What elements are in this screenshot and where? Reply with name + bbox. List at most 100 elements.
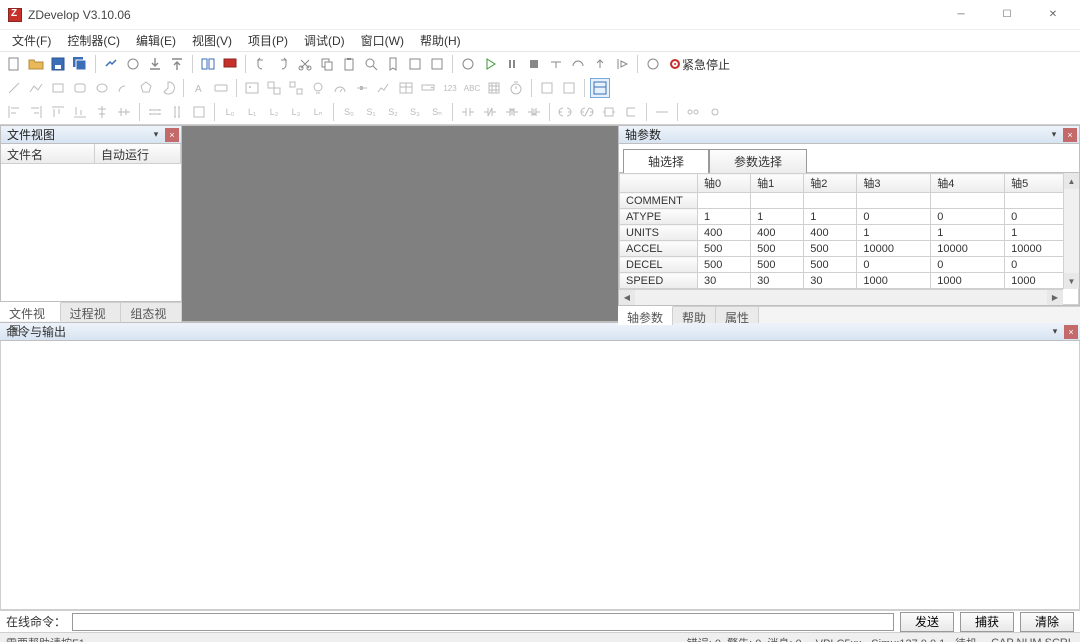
table-tool-icon[interactable] xyxy=(396,78,416,98)
ladder-Ln-icon[interactable]: Lₙ xyxy=(308,102,328,122)
bookmark-next-icon[interactable] xyxy=(405,54,425,74)
compare-icon[interactable] xyxy=(198,54,218,74)
tab-hmi-view[interactable]: 组态视图 xyxy=(121,303,182,322)
ellipse-tool-icon[interactable] xyxy=(92,78,112,98)
mdi-workspace[interactable] xyxy=(182,125,618,322)
bookmark-icon[interactable] xyxy=(383,54,403,74)
download-icon[interactable] xyxy=(145,54,165,74)
align-center-h-icon[interactable] xyxy=(92,102,112,122)
disconnect-icon[interactable] xyxy=(123,54,143,74)
axis-cell[interactable]: 30 xyxy=(698,273,751,289)
axis-cell[interactable]: 1 xyxy=(804,209,857,225)
contact-p-icon[interactable] xyxy=(502,102,522,122)
ungroup-tool-icon[interactable] xyxy=(286,78,306,98)
breakpoint-icon[interactable] xyxy=(458,54,478,74)
number-tool-icon[interactable]: 123 xyxy=(440,78,460,98)
layout-tool-icon[interactable] xyxy=(590,78,610,98)
scroll-down-icon[interactable]: ▼ xyxy=(1064,273,1079,289)
tab-file-view[interactable]: 文件视图 xyxy=(0,302,61,321)
command-input[interactable] xyxy=(72,613,894,631)
emergency-stop-button[interactable]: 紧急停止 xyxy=(665,54,735,74)
cut-icon[interactable] xyxy=(295,54,315,74)
axis-cell[interactable]: 30 xyxy=(751,273,804,289)
clear-button[interactable]: 清除 xyxy=(1020,612,1074,632)
tab-axis-params[interactable]: 轴参数 xyxy=(618,306,673,325)
image-tool-icon[interactable] xyxy=(242,78,262,98)
axis-cell[interactable]: 10000 xyxy=(857,241,931,257)
axis-cell[interactable]: 1 xyxy=(931,225,1005,241)
axis-cell[interactable] xyxy=(751,193,804,209)
monitor-icon[interactable] xyxy=(220,54,240,74)
panel-close-icon[interactable]: × xyxy=(1064,325,1078,339)
axis-col-header[interactable]: 轴1 xyxy=(751,174,804,193)
slider-tool-icon[interactable] xyxy=(352,78,372,98)
axis-select-tab[interactable]: 轴选择 xyxy=(623,149,709,173)
axis-cell[interactable]: 1 xyxy=(857,225,931,241)
open-folder-icon[interactable] xyxy=(26,54,46,74)
ladder-Sn-icon[interactable]: Sₙ xyxy=(427,102,447,122)
coil-neg-icon[interactable] xyxy=(577,102,597,122)
ladder-L1-icon[interactable]: L₁ xyxy=(242,102,262,122)
tab-process-view[interactable]: 过程视图 xyxy=(61,303,122,322)
run-icon[interactable] xyxy=(480,54,500,74)
ladder-L0-icon[interactable]: L₀ xyxy=(220,102,240,122)
panel-close-icon[interactable]: × xyxy=(165,128,179,142)
pin-icon[interactable]: ▾ xyxy=(149,128,163,142)
paste-icon[interactable] xyxy=(339,54,359,74)
pie-tool-icon[interactable] xyxy=(158,78,178,98)
table-row[interactable]: ATYPE111000 xyxy=(620,209,1079,225)
contact-no-icon[interactable] xyxy=(458,102,478,122)
copy-icon[interactable] xyxy=(317,54,337,74)
axis-cell[interactable]: 500 xyxy=(751,241,804,257)
roundrect-tool-icon[interactable] xyxy=(70,78,90,98)
lamp-tool-icon[interactable] xyxy=(308,78,328,98)
menu-project[interactable]: 项目(P) xyxy=(240,30,296,51)
func-block-icon[interactable] xyxy=(599,102,619,122)
comment-icon[interactable] xyxy=(683,102,703,122)
run-to-icon[interactable] xyxy=(612,54,632,74)
misc-tool-1-icon[interactable] xyxy=(537,78,557,98)
rect-tool-icon[interactable] xyxy=(48,78,68,98)
undo-icon[interactable] xyxy=(251,54,271,74)
capture-button[interactable]: 捕获 xyxy=(960,612,1014,632)
axis-cell[interactable]: 0 xyxy=(857,257,931,273)
same-width-icon[interactable] xyxy=(145,102,165,122)
vertical-scrollbar[interactable]: ▲ ▼ xyxy=(1063,173,1079,289)
axis-cell[interactable]: 1 xyxy=(751,209,804,225)
label-icon[interactable] xyxy=(705,102,725,122)
axis-row-header[interactable]: UNITS xyxy=(620,225,698,241)
table-row[interactable]: COMMENT xyxy=(620,193,1079,209)
axis-cell[interactable] xyxy=(804,193,857,209)
axis-row-header[interactable]: ACCEL xyxy=(620,241,698,257)
bookmark-prev-icon[interactable] xyxy=(427,54,447,74)
output-textarea[interactable] xyxy=(0,341,1080,610)
polygon-tool-icon[interactable] xyxy=(136,78,156,98)
line-tool-icon[interactable] xyxy=(4,78,24,98)
panel-close-icon[interactable]: × xyxy=(1063,128,1077,142)
button-tool-icon[interactable] xyxy=(211,78,231,98)
axis-cell[interactable]: 1000 xyxy=(857,273,931,289)
menu-file[interactable]: 文件(F) xyxy=(4,30,59,51)
table-row[interactable]: SPEED303030100010001000 xyxy=(620,273,1079,289)
keypad-tool-icon[interactable] xyxy=(484,78,504,98)
minimize-button[interactable]: ─ xyxy=(938,0,984,30)
align-left-icon[interactable] xyxy=(4,102,24,122)
stop-run-icon[interactable] xyxy=(524,54,544,74)
menu-view[interactable]: 视图(V) xyxy=(184,30,240,51)
table-row[interactable]: ACCEL500500500100001000010000 xyxy=(620,241,1079,257)
file-list-body[interactable] xyxy=(1,164,181,301)
axis-col-header[interactable]: 轴2 xyxy=(804,174,857,193)
same-height-icon[interactable] xyxy=(167,102,187,122)
trend-tool-icon[interactable] xyxy=(374,78,394,98)
new-file-icon[interactable] xyxy=(4,54,24,74)
pin-icon[interactable]: ▾ xyxy=(1047,128,1061,142)
menu-edit[interactable]: 编辑(E) xyxy=(128,30,184,51)
menu-debug[interactable]: 调试(D) xyxy=(296,30,353,51)
axis-cell[interactable]: 400 xyxy=(698,225,751,241)
axis-col-header[interactable]: 轴0 xyxy=(698,174,751,193)
scroll-left-icon[interactable]: ◀ xyxy=(619,290,635,305)
axis-cell[interactable]: 500 xyxy=(698,257,751,273)
align-right-icon[interactable] xyxy=(26,102,46,122)
step-over-icon[interactable] xyxy=(568,54,588,74)
axis-cell[interactable]: 0 xyxy=(931,257,1005,273)
